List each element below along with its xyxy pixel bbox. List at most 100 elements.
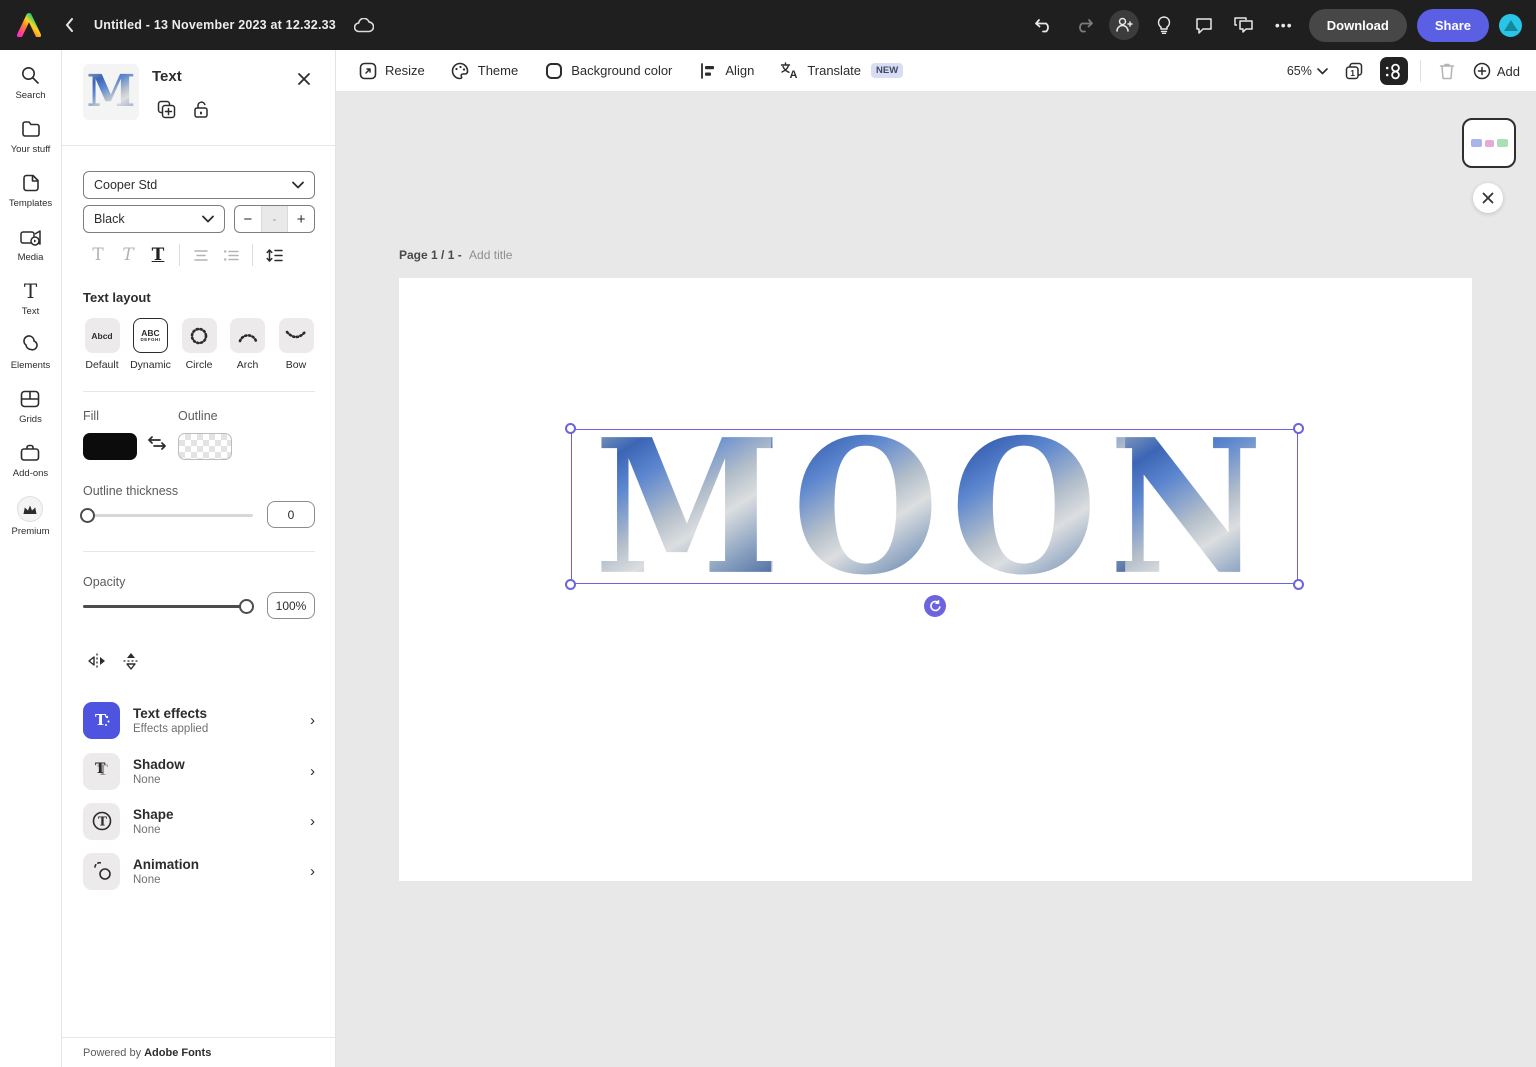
line-spacing-icon[interactable]: [259, 248, 289, 263]
text-selection-box[interactable]: MOON: [571, 429, 1298, 584]
align-icon: [698, 61, 717, 80]
layout-option-bow[interactable]: Bow: [277, 318, 315, 371]
adobe-express-logo-icon[interactable]: [14, 10, 44, 40]
more-options-icon[interactable]: •••: [1269, 10, 1299, 40]
text-properties-panel: M Text Cooper Std Black − - + T T T: [62, 50, 336, 1067]
opacity-value[interactable]: 100%: [267, 592, 315, 619]
resize-handle-bottom-right[interactable]: [1293, 579, 1304, 590]
list-icon[interactable]: [216, 249, 246, 262]
back-button[interactable]: [58, 14, 80, 36]
outline-thickness-slider-knob[interactable]: [80, 508, 95, 523]
sidebar-item-your-stuff[interactable]: Your stuff: [11, 118, 51, 155]
theme-palette-icon: [451, 61, 470, 80]
text-format-row: T T T: [83, 242, 315, 268]
text-align-icon[interactable]: [186, 249, 216, 262]
swap-fill-outline-icon[interactable]: [148, 436, 166, 450]
shadow-icon: TT: [83, 753, 120, 790]
sidebar-item-templates[interactable]: Templates: [9, 172, 52, 209]
outline-thickness-value[interactable]: 0: [267, 501, 315, 528]
bold-button[interactable]: T: [83, 245, 113, 265]
add-ons-icon: [19, 442, 41, 464]
top-bar: Untitled - 13 November 2023 at 12.32.33: [0, 0, 1536, 50]
invite-people-icon[interactable]: [1109, 10, 1139, 40]
comment-icon[interactable]: [1189, 10, 1219, 40]
add-page-button[interactable]: Add: [1473, 62, 1520, 80]
italic-button[interactable]: T: [113, 245, 143, 265]
rotate-handle-icon[interactable]: [924, 595, 946, 617]
sidebar-item-elements[interactable]: Elements: [11, 334, 51, 371]
document-title[interactable]: Untitled - 13 November 2023 at 12.32.33: [94, 18, 336, 32]
suggestion-thumbnail-card[interactable]: [1462, 118, 1516, 168]
resize-handle-top-right[interactable]: [1293, 423, 1304, 434]
layout-option-default[interactable]: Abcd Default: [83, 318, 121, 371]
layout-option-arch[interactable]: Arch: [229, 318, 267, 371]
font-weight-select[interactable]: Black: [83, 205, 225, 233]
align-button[interactable]: Align: [698, 61, 754, 80]
text-layout-heading: Text layout: [83, 290, 151, 305]
sidebar-item-grids[interactable]: Grids: [19, 388, 42, 425]
font-family-select[interactable]: Cooper Std: [83, 171, 315, 199]
shape-row[interactable]: T Shape None ›: [83, 799, 315, 843]
unlock-icon[interactable]: [190, 98, 212, 120]
outline-color-swatch[interactable]: [178, 433, 232, 460]
search-icon: [19, 64, 41, 86]
divider: [62, 145, 335, 146]
resize-button[interactable]: Resize: [358, 61, 425, 80]
pages-icon[interactable]: 1: [1340, 57, 1368, 85]
chevron-down-icon: [292, 181, 304, 189]
duplicate-icon[interactable]: [155, 98, 177, 120]
add-title-link[interactable]: Add title: [469, 248, 512, 262]
dismiss-suggestion-icon[interactable]: [1473, 183, 1503, 213]
background-color-button[interactable]: Background color: [544, 61, 672, 80]
resize-handle-top-left[interactable]: [565, 423, 576, 434]
adobe-fonts-link[interactable]: Adobe Fonts: [144, 1047, 211, 1059]
sidebar-item-premium[interactable]: Premium: [11, 496, 49, 537]
font-size-decrease-button[interactable]: −: [235, 206, 261, 232]
svg-text:1: 1: [1350, 68, 1355, 78]
outline-label: Outline: [178, 409, 218, 423]
sidebar-item-add-ons[interactable]: Add-ons: [13, 442, 48, 479]
opacity-label: Opacity: [83, 575, 125, 589]
animation-icon: [83, 853, 120, 890]
canvas-text-moon[interactable]: MOON: [594, 424, 1274, 589]
zoom-level-control[interactable]: 65%: [1287, 64, 1328, 78]
translate-button[interactable]: A Translate NEW: [780, 61, 903, 80]
text-layout-options: Abcd Default ABC DEFGHI Dynamic Circle A…: [83, 318, 315, 371]
layout-option-circle[interactable]: Circle: [180, 318, 218, 371]
shape-icon: T: [83, 803, 120, 840]
resize-handle-bottom-left[interactable]: [565, 579, 576, 590]
suggestions-lightbulb-icon[interactable]: [1149, 10, 1179, 40]
font-size-stepper: − - +: [234, 205, 315, 233]
sidebar-item-text[interactable]: T Text: [20, 280, 42, 317]
flip-horizontal-icon[interactable]: [86, 650, 108, 672]
font-size-value[interactable]: -: [261, 206, 289, 232]
delete-page-icon[interactable]: [1433, 57, 1461, 85]
chevron-right-icon: ›: [310, 763, 315, 780]
redo-icon[interactable]: [1069, 10, 1099, 40]
user-avatar[interactable]: [1499, 14, 1522, 37]
text-effects-icon: T: [83, 702, 120, 739]
animation-row[interactable]: Animation None ›: [83, 849, 315, 893]
sidebar-item-search[interactable]: Search: [15, 64, 45, 101]
font-size-increase-button[interactable]: +: [288, 206, 314, 232]
layout-option-dynamic[interactable]: ABC DEFGHI Dynamic: [132, 318, 170, 371]
fill-label: Fill: [83, 409, 99, 423]
underline-button[interactable]: T: [143, 245, 173, 265]
text-effects-row[interactable]: T Text effects Effects applied ›: [83, 698, 315, 742]
share-button[interactable]: Share: [1417, 9, 1489, 42]
divider: [179, 244, 180, 266]
close-panel-icon[interactable]: [293, 68, 315, 90]
flip-vertical-icon[interactable]: [120, 650, 142, 672]
theme-button[interactable]: Theme: [451, 61, 518, 80]
canvas-toolbar: Resize Theme Background color Align A Tr…: [336, 50, 1536, 92]
download-button[interactable]: Download: [1309, 9, 1407, 42]
fill-color-swatch[interactable]: [83, 433, 137, 460]
zoom-level-value: 65%: [1287, 64, 1312, 78]
layers-panel-toggle-icon[interactable]: [1380, 57, 1408, 85]
undo-icon[interactable]: [1029, 10, 1059, 40]
shadow-row[interactable]: TT Shadow None ›: [83, 749, 315, 793]
sidebar-item-media[interactable]: Media: [18, 226, 44, 263]
conversations-icon[interactable]: [1229, 10, 1259, 40]
outline-thickness-slider[interactable]: [83, 514, 253, 517]
opacity-slider-knob[interactable]: [239, 599, 254, 614]
